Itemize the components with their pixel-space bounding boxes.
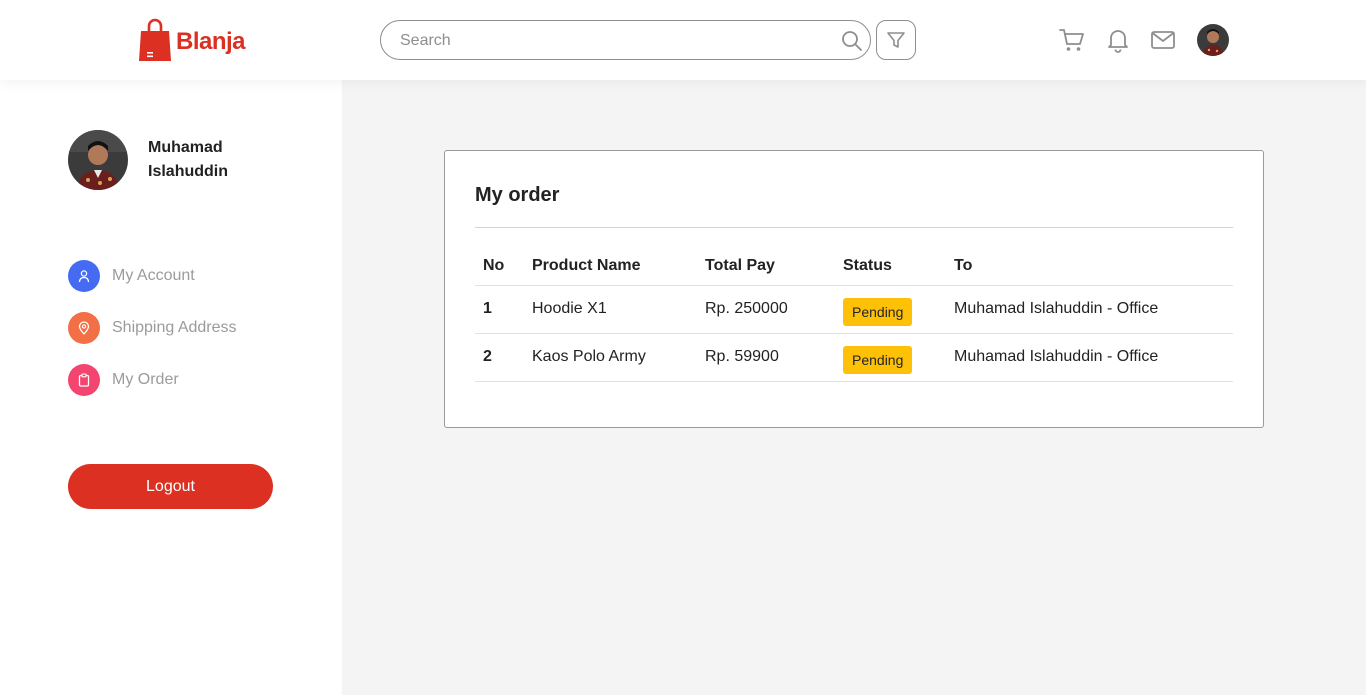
sidebar-item-shipping-address[interactable]: Shipping Address bbox=[68, 312, 237, 344]
sidebar-item-label: My Account bbox=[112, 267, 195, 284]
sidebar: Muhamad Islahuddin My Account Shipping A… bbox=[0, 80, 342, 695]
cell-to: Muhamad Islahuddin - Office bbox=[946, 333, 1233, 382]
top-navbar: Blanja bbox=[0, 0, 1366, 80]
search-box bbox=[380, 20, 871, 60]
column-header-product-name: Product Name bbox=[524, 247, 697, 286]
column-header-to: To bbox=[946, 247, 1233, 286]
brand-logo-link[interactable]: Blanja bbox=[138, 17, 246, 63]
table-row[interactable]: 2 Kaos Polo Army Rp. 59900 Pending Muham… bbox=[475, 333, 1233, 382]
order-table: No Product Name Total Pay Status To 1 Ho… bbox=[475, 247, 1233, 382]
bell-icon[interactable] bbox=[1105, 27, 1131, 53]
logout-button[interactable]: Logout bbox=[68, 464, 273, 509]
profile-name: Muhamad Islahuddin bbox=[148, 139, 228, 180]
sidebar-item-my-account[interactable]: My Account bbox=[68, 260, 195, 292]
search-icon[interactable] bbox=[841, 30, 863, 52]
cell-product-name: Kaos Polo Army bbox=[524, 333, 697, 382]
avatar-image bbox=[68, 130, 128, 190]
search-input[interactable] bbox=[400, 30, 820, 52]
cell-product-name: Hoodie X1 bbox=[524, 285, 697, 334]
cell-total-pay: Rp. 59900 bbox=[697, 333, 835, 382]
clipboard-icon bbox=[68, 364, 100, 396]
filter-button[interactable] bbox=[876, 20, 916, 60]
profile-avatar bbox=[68, 130, 128, 190]
filter-icon bbox=[887, 32, 905, 48]
cart-icon[interactable] bbox=[1059, 27, 1085, 53]
location-pin-icon bbox=[68, 312, 100, 344]
sidebar-item-my-order[interactable]: My Order bbox=[68, 364, 179, 396]
avatar-image bbox=[1197, 24, 1229, 56]
sidebar-item-label: Shipping Address bbox=[112, 319, 237, 336]
cell-total-pay: Rp. 250000 bbox=[697, 285, 835, 334]
cell-to: Muhamad Islahuddin - Office bbox=[946, 285, 1233, 334]
cell-no: 2 bbox=[475, 333, 524, 382]
cell-status: Pending bbox=[835, 333, 946, 382]
table-row[interactable]: 1 Hoodie X1 Rp. 250000 Pending Muhamad I… bbox=[475, 285, 1233, 334]
page-title: My order bbox=[475, 184, 560, 206]
cell-status: Pending bbox=[835, 285, 946, 334]
column-header-status: Status bbox=[835, 247, 946, 286]
mail-icon[interactable] bbox=[1150, 27, 1176, 53]
user-icon bbox=[68, 260, 100, 292]
cell-no: 1 bbox=[475, 285, 524, 334]
brand-name: Blanja bbox=[176, 28, 246, 55]
status-badge: Pending bbox=[843, 346, 913, 374]
status-badge: Pending bbox=[843, 298, 913, 326]
sidebar-item-label: My Order bbox=[112, 371, 179, 388]
shopping-bag-logo-icon bbox=[139, 18, 171, 61]
column-header-no: No bbox=[475, 247, 524, 286]
order-card: My order No Product Name Total Pay Statu… bbox=[444, 150, 1264, 428]
user-avatar[interactable] bbox=[1197, 24, 1229, 56]
table-header-row: No Product Name Total Pay Status To bbox=[475, 247, 1233, 286]
divider bbox=[475, 227, 1233, 228]
column-header-total-pay: Total Pay bbox=[697, 247, 835, 286]
